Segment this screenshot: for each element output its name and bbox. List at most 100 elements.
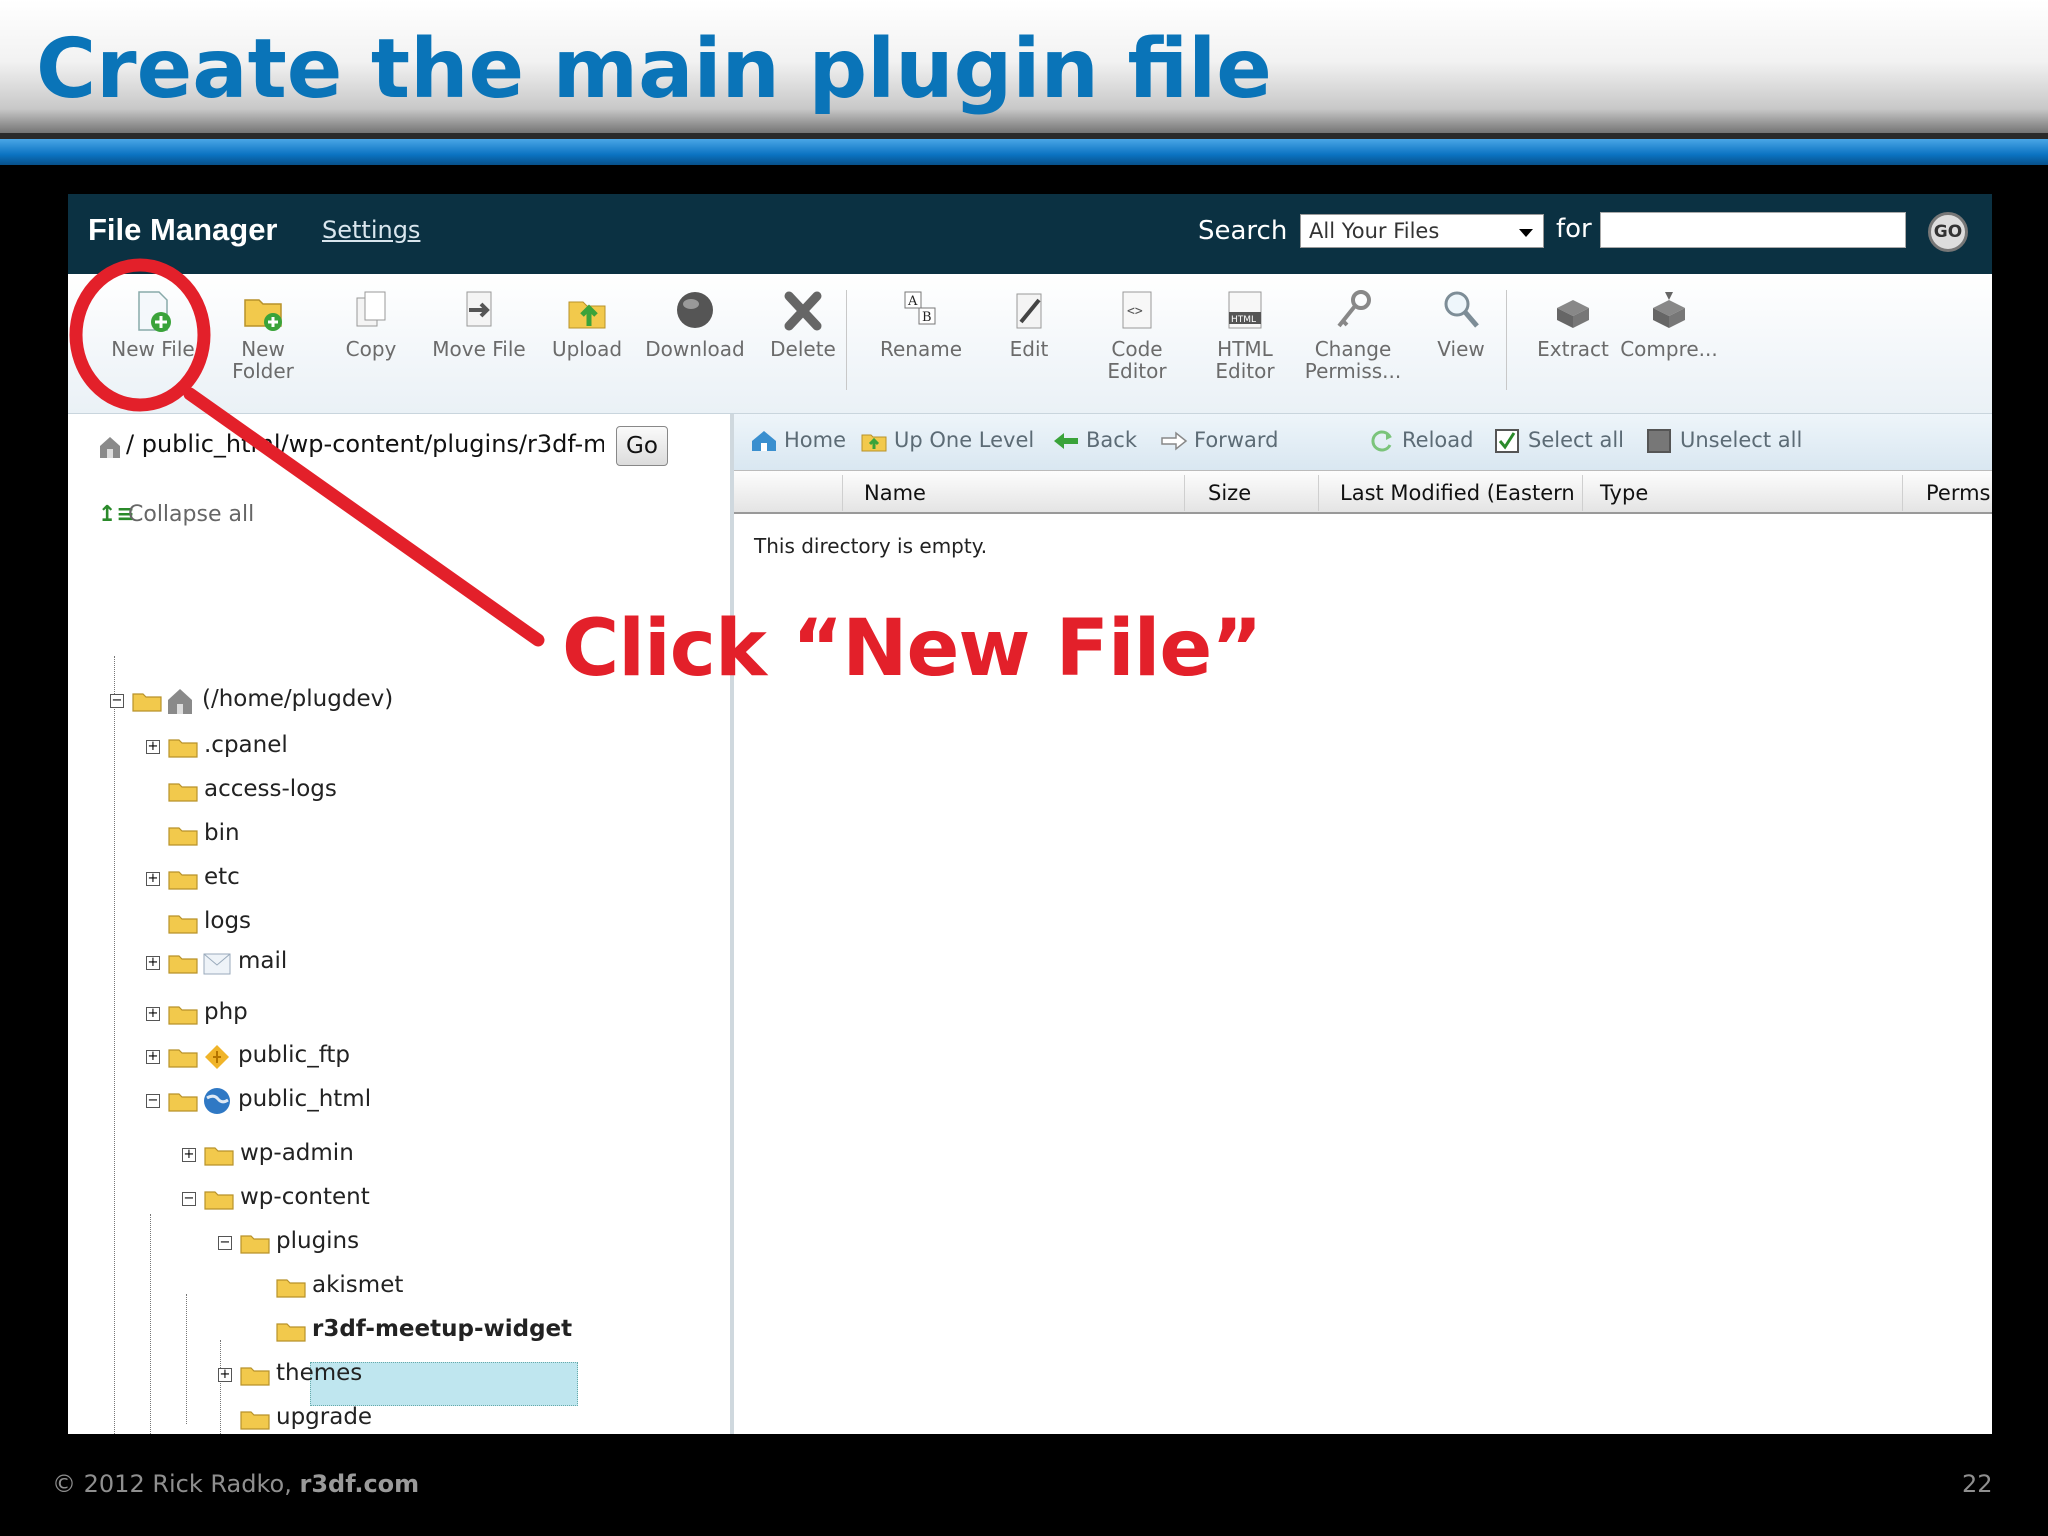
path-input[interactable]: / public_html/wp-content/plugins/r3df-me	[118, 430, 604, 468]
home-nav-button[interactable]: Home	[750, 428, 846, 453]
tree-guide-line	[220, 1340, 221, 1434]
title-blue-rule	[0, 139, 2048, 165]
rename-button[interactable]: A B Rename	[866, 288, 976, 360]
column-separator	[1184, 475, 1185, 511]
copyright-text: © 2012 Rick Radko,	[52, 1470, 300, 1498]
reload-button[interactable]: Reload	[1368, 428, 1473, 453]
back-button[interactable]: Back	[1052, 428, 1137, 453]
column-header-name[interactable]: Name	[864, 481, 926, 505]
folder-icon	[168, 955, 198, 974]
toolbar-label: Extract	[1537, 337, 1609, 361]
expand-toggle-icon[interactable]: +	[146, 740, 160, 754]
folder-icon	[168, 915, 198, 934]
compress-button[interactable]: Compre...	[1614, 288, 1724, 360]
collapse-all-button[interactable]: ↥≡Collapse all	[98, 502, 254, 527]
toolbar-label: Compre...	[1620, 337, 1718, 361]
tree-node-label[interactable]: .cpanel	[204, 732, 288, 758]
file-list-panel: Home Up One Level Back Forward Reload Se…	[734, 414, 1992, 1434]
select-all-label: Select all	[1528, 428, 1624, 452]
folder-icon	[276, 1279, 306, 1298]
back-arrow-icon	[1054, 433, 1078, 449]
search-go-button[interactable]: GO	[1928, 212, 1968, 252]
new-folder-button[interactable]: New Folder	[208, 288, 318, 382]
settings-link[interactable]: Settings	[322, 216, 420, 244]
folder-icon	[204, 1191, 234, 1210]
mail-icon	[203, 953, 231, 975]
change-permissions-button[interactable]: Change Permiss...	[1298, 288, 1408, 382]
toolbar-label: Change Permiss...	[1304, 337, 1402, 383]
expand-toggle-icon[interactable]: +	[146, 1050, 160, 1064]
move-file-button[interactable]: Move File	[424, 288, 534, 360]
tree-node-label[interactable]: (/home/plugdev)	[202, 686, 393, 712]
for-label: for	[1556, 214, 1592, 244]
column-header-perms[interactable]: Perms	[1926, 481, 1991, 505]
up-one-level-button[interactable]: Up One Level	[860, 428, 1034, 453]
copy-button[interactable]: Copy	[316, 288, 426, 360]
expand-toggle-icon[interactable]: +	[182, 1148, 196, 1162]
forward-label: Forward	[1194, 428, 1279, 452]
dropdown-arrow-icon	[1519, 229, 1533, 237]
expand-toggle-icon[interactable]: +	[146, 1007, 160, 1021]
home-icon	[168, 689, 192, 714]
select-all-button[interactable]: Select all	[1494, 428, 1624, 453]
tree-node-label[interactable]: access-logs	[204, 776, 337, 802]
search-scope-select[interactable]: All Your Files	[1300, 214, 1544, 248]
folder-icon	[168, 871, 198, 890]
tree-node-label[interactable]: upgrade	[276, 1404, 372, 1430]
back-label: Back	[1086, 428, 1137, 452]
tree-node-label[interactable]: logs	[204, 908, 251, 934]
checkbox-checked-icon	[1495, 429, 1519, 453]
tree-guide-line	[150, 1214, 151, 1434]
path-go-button[interactable]: Go	[616, 426, 668, 466]
tree-node-label[interactable]: r3df-meetup-widget	[312, 1316, 572, 1342]
tree-node-label[interactable]: public_ftp	[238, 1042, 350, 1068]
up-one-level-label: Up One Level	[894, 428, 1035, 452]
empty-directory-message: This directory is empty.	[754, 534, 988, 558]
unselect-all-button[interactable]: Unselect all	[1646, 428, 1802, 453]
new-file-button[interactable]: New File	[98, 288, 208, 360]
collapse-toggle-icon[interactable]: −	[218, 1236, 232, 1250]
download-button[interactable]: Download	[640, 288, 750, 360]
tree-node-label[interactable]: wp-admin	[240, 1140, 354, 1166]
tree-node-label[interactable]: bin	[204, 820, 240, 846]
code-editor-button[interactable]: <> Code Editor	[1082, 288, 1192, 382]
tree-node-label[interactable]: akismet	[312, 1272, 403, 1298]
column-header-size[interactable]: Size	[1208, 481, 1251, 505]
toolbar-label: New File	[111, 337, 195, 361]
tree-node-label[interactable]: themes	[276, 1360, 362, 1386]
expand-toggle-icon[interactable]: +	[218, 1368, 232, 1382]
directory-tree-panel: / public_html/wp-content/plugins/r3df-me…	[68, 414, 730, 1434]
column-header-last-modified[interactable]: Last Modified (Eastern Da	[1340, 481, 1580, 505]
tree-guide-line	[186, 1294, 187, 1424]
column-header-type[interactable]: Type	[1600, 481, 1648, 505]
search-input[interactable]	[1600, 212, 1906, 248]
tree-node-label[interactable]: plugins	[276, 1228, 359, 1254]
tree-node-label[interactable]: etc	[204, 864, 240, 890]
html-editor-icon: HTML	[1228, 291, 1262, 329]
toolbar-label: Copy	[345, 337, 397, 361]
html-editor-button[interactable]: HTML HTML Editor	[1190, 288, 1300, 382]
svg-text:HTML: HTML	[1231, 315, 1256, 325]
folder-icon	[240, 1411, 270, 1430]
edit-button[interactable]: Edit	[974, 288, 1084, 360]
tree-node-label[interactable]: wp-content	[240, 1184, 370, 1210]
home-label: Home	[784, 428, 847, 452]
collapse-toggle-icon[interactable]: −	[110, 694, 124, 708]
ftp-icon	[205, 1045, 229, 1069]
tree-node-label[interactable]: public_html	[238, 1086, 371, 1112]
expand-toggle-icon[interactable]: +	[146, 872, 160, 886]
forward-button[interactable]: Forward	[1160, 428, 1278, 453]
extract-button[interactable]: Extract	[1518, 288, 1628, 360]
globe-icon	[204, 1088, 230, 1114]
tree-node-label[interactable]: php	[204, 999, 248, 1025]
toolbar-label: Upload	[551, 337, 623, 361]
tree-node-label[interactable]: mail	[238, 948, 287, 974]
collapse-toggle-icon[interactable]: −	[146, 1094, 160, 1108]
view-button[interactable]: View	[1406, 288, 1516, 360]
folder-icon	[240, 1235, 270, 1254]
upload-button[interactable]: Upload	[532, 288, 642, 360]
collapse-toggle-icon[interactable]: −	[182, 1192, 196, 1206]
delete-button[interactable]: Delete	[748, 288, 858, 360]
expand-toggle-icon[interactable]: +	[146, 956, 160, 970]
footer-copyright: © 2012 Rick Radko, r3df.com	[52, 1470, 419, 1498]
